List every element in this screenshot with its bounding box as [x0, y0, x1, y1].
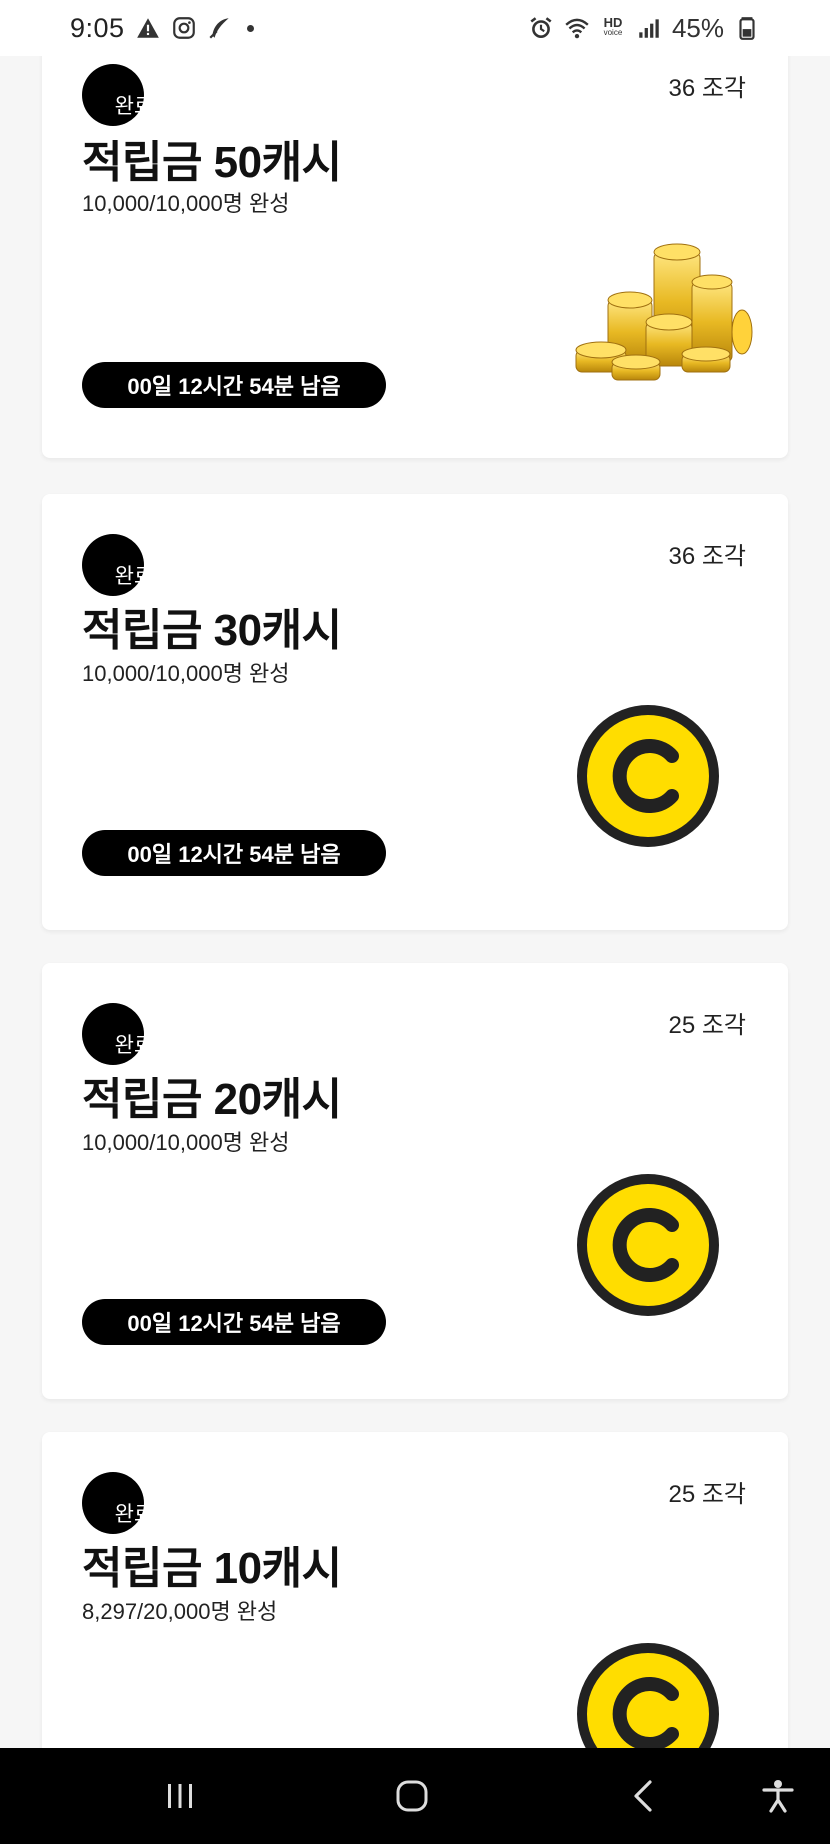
time-remaining-pill: 00일 12시간 54분 남음	[82, 830, 386, 876]
done-label: 완료	[114, 1034, 154, 1057]
status-right: HD voice 45%	[528, 13, 760, 44]
status-left: 9:05	[70, 13, 254, 44]
reward-title: 적립금 30캐시	[82, 606, 342, 655]
status-bar: 9:05 HD voice 45%	[0, 0, 830, 56]
back-icon[interactable]	[618, 1770, 670, 1822]
progress-text: 10,000/10,000명 완성	[82, 1130, 290, 1155]
pieces-count: 25 조각	[668, 1012, 746, 1039]
coin-stack-icon	[562, 222, 762, 392]
pieces-count: 25 조각	[668, 1481, 746, 1508]
accessibility-icon[interactable]	[752, 1770, 804, 1822]
recent-apps-icon[interactable]	[154, 1770, 206, 1822]
home-icon[interactable]	[386, 1770, 438, 1822]
pieces-count: 36 조각	[668, 543, 746, 570]
instagram-icon	[171, 15, 197, 41]
hd-label: HD	[603, 15, 623, 30]
battery-percent: 45%	[671, 12, 724, 43]
reward-list[interactable]: 완료 36 조각 적립금 50캐시 10,000/10,000명 완성 00일 …	[0, 0, 830, 1748]
reward-title: 적립금 50캐시	[82, 138, 342, 187]
pieces-count: 36 조각	[668, 75, 746, 102]
reward-card[interactable]: 완료 36 조각 적립금 30캐시 10,000/10,000명 완성 00일 …	[42, 494, 788, 930]
progress-text: 8,297/20,000명 완성	[82, 1599, 278, 1624]
warning-icon	[135, 15, 161, 41]
alarm-icon	[528, 15, 554, 41]
done-label: 완료	[114, 565, 154, 588]
voice-label: voice	[603, 28, 623, 37]
done-label: 완료	[114, 95, 154, 118]
reward-card[interactable]: 완료 25 조각 적립금 10캐시 8,297/20,000명 완성	[42, 1432, 788, 1748]
done-label: 완료	[114, 1503, 154, 1526]
progress-text: 10,000/10,000명 완성	[82, 661, 290, 686]
battery-icon	[734, 15, 760, 41]
reward-title: 적립금 20캐시	[82, 1075, 342, 1124]
reward-card[interactable]: 완료 36 조각 적립금 50캐시 10,000/10,000명 완성 00일 …	[42, 22, 788, 458]
cash-coin-icon	[576, 1642, 720, 1748]
time-remaining-pill: 00일 12시간 54분 남음	[82, 1299, 386, 1345]
hd-voice-icon: HD voice	[600, 15, 626, 41]
dot-icon	[246, 24, 254, 32]
status-time: 9:05	[70, 12, 125, 43]
progress-text: 10,000/10,000명 완성	[82, 191, 290, 216]
wifi-icon	[564, 15, 590, 41]
time-remaining-pill: 00일 12시간 54분 남음	[82, 362, 386, 408]
reward-card[interactable]: 완료 25 조각 적립금 20캐시 10,000/10,000명 완성 00일 …	[42, 963, 788, 1399]
reward-title: 적립금 10캐시	[82, 1544, 342, 1593]
signal-icon	[636, 15, 662, 41]
navigation-bar	[0, 1748, 830, 1844]
feather-icon	[207, 15, 233, 41]
cash-coin-icon	[576, 1173, 720, 1317]
cash-coin-icon	[576, 704, 720, 848]
